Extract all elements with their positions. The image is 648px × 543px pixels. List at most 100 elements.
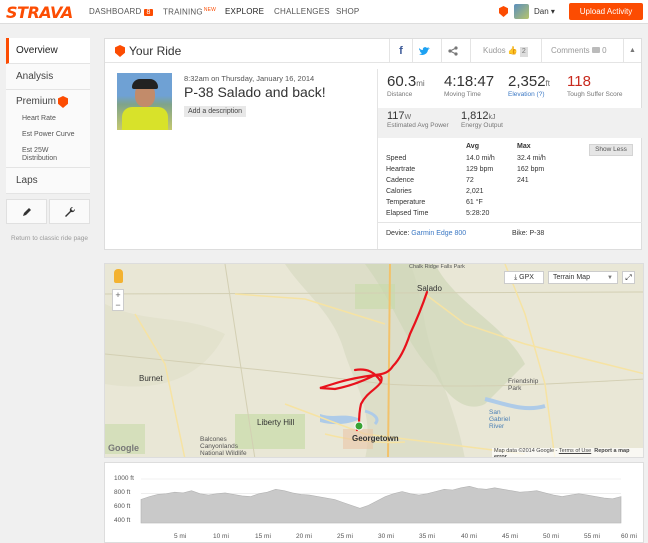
comment-icon <box>591 47 600 53</box>
nav-challenges[interactable]: CHALLENGES <box>274 7 330 16</box>
wrench-icon <box>65 206 76 217</box>
comments-count: 0 <box>602 46 607 55</box>
bike-info: Bike: P-38 <box>512 230 545 237</box>
map-label-chalk-ridge: Chalk Ridge Falls Park <box>409 264 465 270</box>
map-label-balcones: Balcones Canyonlands National Wildlife <box>200 436 247 457</box>
ride-name: P-38 Salado and back! <box>184 84 326 100</box>
twitter-icon <box>418 47 430 55</box>
top-nav: STRAVA DASHBOARD 8 TRAININGNEW EXPLORE CH… <box>0 0 648 24</box>
sidebar-item-premium[interactable]: Premium <box>16 96 90 107</box>
twitter-share-button[interactable] <box>412 39 435 63</box>
table-header-max: Max <box>517 143 531 150</box>
zoom-out-icon[interactable]: − <box>113 300 123 310</box>
stat-suffer-score: 118 Tough Suffer Score <box>567 73 623 98</box>
map-label-liberty-hill: Liberty Hill <box>257 418 295 427</box>
device-link[interactable]: Garmin Edge 800 <box>411 230 466 237</box>
caret-down-icon: ▼ <box>607 275 613 281</box>
y-axis-label: 400 ft <box>114 517 131 524</box>
y-axis-label: 800 ft <box>114 489 131 496</box>
stat-avg-power: 117W Estimated Avg Power <box>387 110 449 129</box>
add-description-button[interactable]: Add a description <box>184 106 246 117</box>
y-axis-label: 1000 ft <box>114 475 134 482</box>
x-axis-label: 5 mi <box>174 533 187 540</box>
notification-badge: 8 <box>144 9 153 16</box>
kudos-button[interactable]: Kudos 👍 2 <box>470 39 541 63</box>
table-row: Temperature 61 °F <box>386 199 483 206</box>
stat-distance: 60.3mi Distance <box>387 73 425 98</box>
elevation-help-link[interactable]: Elevation (?) <box>508 91 550 98</box>
stat-elevation: 2,352ft Elevation (?) <box>508 73 550 98</box>
premium-icon[interactable] <box>499 6 508 17</box>
device-info: Device: Garmin Edge 800 <box>386 230 467 237</box>
upload-activity-button[interactable]: Upload Activity <box>569 3 643 20</box>
fullscreen-button[interactable]: ⤢ <box>622 271 635 284</box>
table-row: Heartrate 129 bpm 162 bpm <box>386 166 545 173</box>
table-row: Speed 14.0 mi/h 32.4 mi/h <box>386 155 546 162</box>
nav-training[interactable]: TRAININGNEW <box>163 7 216 17</box>
elevation-profile[interactable]: 1000 ft 800 ft 600 ft 400 ft 5 mi 10 mi … <box>104 462 644 543</box>
athlete-photo[interactable] <box>117 73 172 130</box>
sidebar-premium-group: Premium Heart Rate Est Power Curve Est 2… <box>6 90 90 168</box>
avatar[interactable] <box>514 4 529 19</box>
table-row: Cadence 72 241 <box>386 177 529 184</box>
share-icon <box>448 46 458 56</box>
map-type-select[interactable]: Terrain Map ▼ <box>548 271 618 284</box>
kudos-count: 2 <box>519 47 528 57</box>
zoom-in-icon[interactable]: + <box>113 290 123 300</box>
download-icon: ⤓ <box>514 274 518 281</box>
elevation-chart[interactable] <box>105 463 645 543</box>
facebook-share-button[interactable]: f <box>389 39 412 63</box>
share-button[interactable] <box>441 39 464 63</box>
settings-button[interactable] <box>49 199 90 224</box>
nav-dashboard[interactable]: DASHBOARD 8 <box>89 7 153 16</box>
map-label-georgetown: Georgetown <box>352 434 399 443</box>
ride-date: 8:32am on Thursday, January 16, 2014 <box>184 74 315 83</box>
terms-link[interactable]: Terms of Use <box>559 448 591 454</box>
sidebar-item-heart-rate[interactable]: Heart Rate <box>16 107 90 123</box>
sidebar-item-power-distribution[interactable]: Est 25W Distribution <box>16 139 76 163</box>
expand-icon: ⤢ <box>625 273 632 282</box>
return-classic-link[interactable]: Return to classic ride page <box>11 235 88 242</box>
nav-explore[interactable]: EXPLORE <box>225 7 264 16</box>
thumbs-up-icon: 👍 <box>507 46 518 55</box>
comments-button[interactable]: Comments 0 <box>541 39 623 63</box>
new-tag: NEW <box>203 7 217 13</box>
sidebar-item-analysis[interactable]: Analysis <box>6 64 90 90</box>
sidebar-item-power-curve[interactable]: Est Power Curve <box>16 123 90 139</box>
user-menu[interactable]: Dan ▾ <box>534 7 555 16</box>
stats-panel: 60.3mi Distance 4:18:47 Moving Time 2,35… <box>377 69 642 249</box>
map-zoom-control[interactable]: + − <box>112 289 124 311</box>
edit-button[interactable] <box>6 199 47 224</box>
sidebar-item-laps[interactable]: Laps <box>6 168 90 194</box>
pencil-icon <box>23 208 31 216</box>
x-axis-label: 10 mi <box>213 533 229 540</box>
tool-row <box>6 199 90 224</box>
street-view-pegman-icon[interactable] <box>114 269 123 283</box>
elevation-area <box>140 485 622 524</box>
strava-logo[interactable]: STRAVA <box>6 3 73 22</box>
google-logo: Google <box>108 443 139 453</box>
collapse-button[interactable]: ▲ <box>623 39 641 63</box>
panel-title: Your Ride <box>129 44 182 58</box>
stat-energy: 1,812kJ Energy Output <box>461 110 503 129</box>
map-label-burnet: Burnet <box>139 374 163 383</box>
x-axis-label: 55 mi <box>584 533 600 540</box>
table-row: Calories 2,021 <box>386 188 484 195</box>
x-axis-label: 25 mi <box>337 533 353 540</box>
x-axis-label: 15 mi <box>255 533 271 540</box>
sidebar: Overview Analysis Premium Heart Rate Est… <box>6 38 90 194</box>
route-map[interactable]: + − Salado Chalk Ridge Falls Park George… <box>104 263 644 458</box>
x-axis-label: 50 mi <box>543 533 559 540</box>
show-less-button[interactable]: Show Less <box>589 144 633 156</box>
map-canvas[interactable] <box>105 264 644 458</box>
x-axis-label: 35 mi <box>419 533 435 540</box>
x-axis-label: 45 mi <box>502 533 518 540</box>
map-label-san-gabriel: San Gabriel River <box>489 409 510 430</box>
map-footer: Map data ©2014 Google - Terms of Use Rep… <box>492 448 643 457</box>
x-axis-label: 30 mi <box>378 533 394 540</box>
y-axis-label: 600 ft <box>114 503 131 510</box>
nav-shop[interactable]: SHOP <box>336 7 359 16</box>
gpx-download-button[interactable]: ⤓ GPX <box>504 271 544 284</box>
sidebar-item-overview[interactable]: Overview <box>6 38 90 64</box>
caret-down-icon: ▾ <box>550 7 555 16</box>
